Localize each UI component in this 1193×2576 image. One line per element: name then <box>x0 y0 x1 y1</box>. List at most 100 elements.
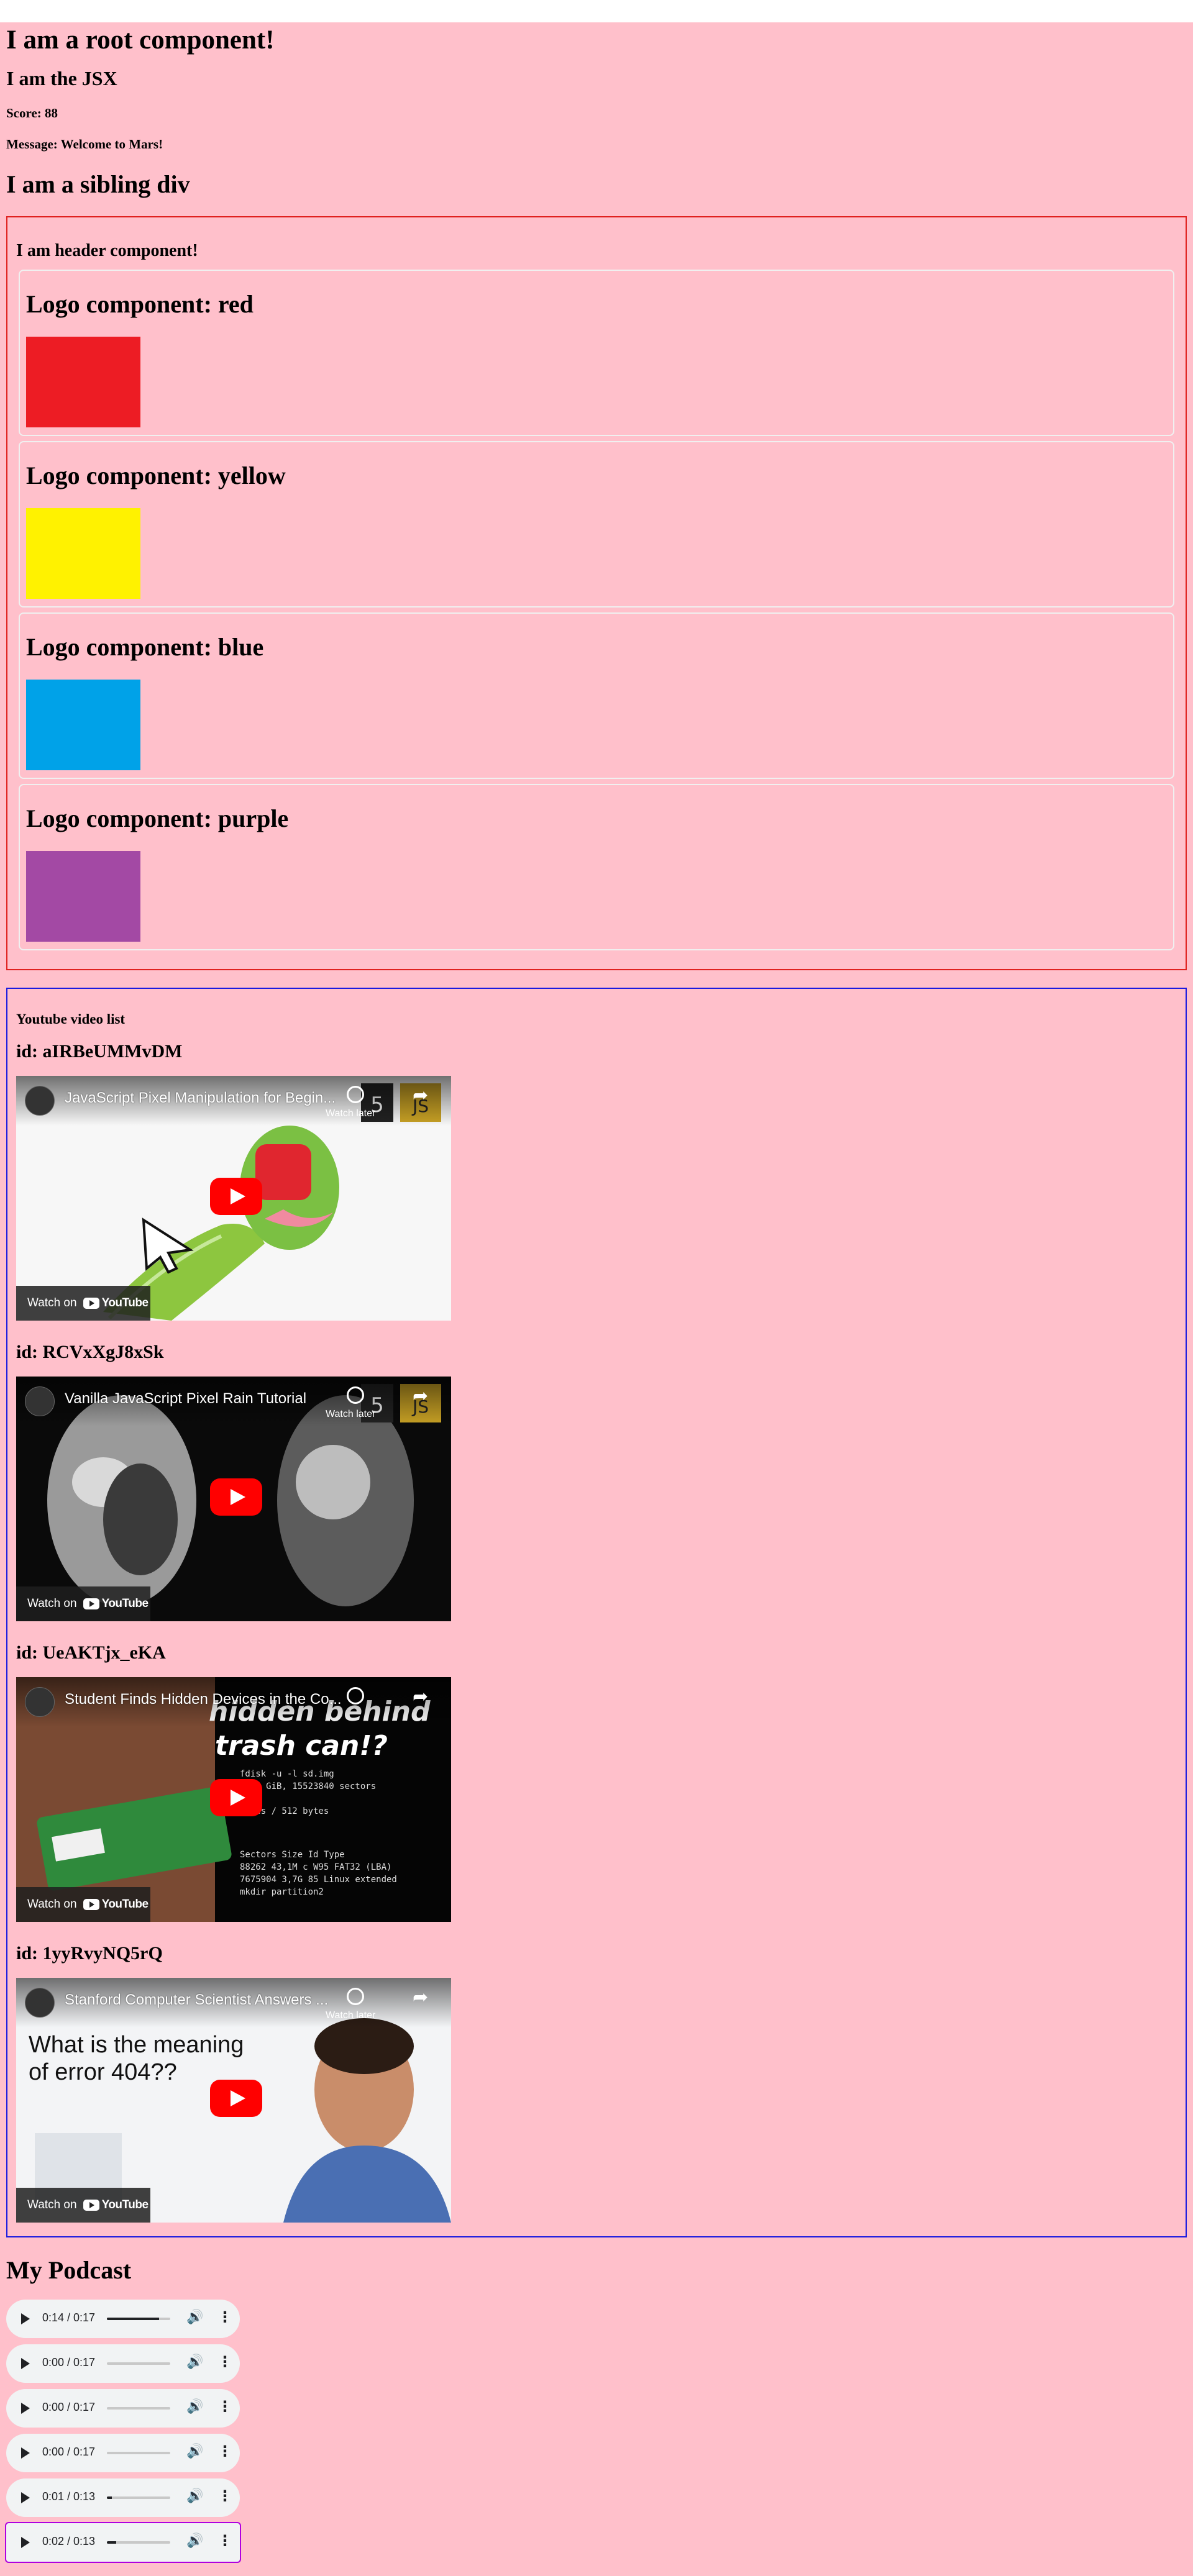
watch-later-icon[interactable] <box>347 1086 364 1103</box>
watch-on-youtube-button[interactable]: Watch on YouTube <box>16 1887 150 1922</box>
play-icon[interactable] <box>21 2313 30 2324</box>
logo-label: Logo component: blue <box>26 633 264 661</box>
podcast-title: My Podcast <box>6 2256 132 2284</box>
video-id-label: id: UeAKTjx_eKA <box>16 1642 166 1663</box>
audio-seek-slider[interactable] <box>107 2407 170 2410</box>
channel-avatar[interactable] <box>25 1988 55 2018</box>
audio-seek-slider[interactable] <box>107 2318 170 2320</box>
youtube-player[interactable]: 5 JS JavaScript Pixel Manipulation for B… <box>16 1076 451 1321</box>
more-options-icon[interactable]: ⋮ <box>217 2398 232 2415</box>
volume-icon[interactable]: 🔊 <box>186 2488 203 2504</box>
audio-player[interactable]: 0:02 / 0:13 🔊 ⋮ <box>5 2522 241 2563</box>
watch-on-youtube-button[interactable]: Watch on YouTube <box>16 2188 150 2223</box>
more-options-icon[interactable]: ⋮ <box>217 2442 232 2460</box>
svg-text:What is the meaning: What is the meaning <box>29 2032 244 2058</box>
audio-seek-slider[interactable] <box>107 2541 170 2544</box>
seek-progress <box>107 2541 117 2544</box>
svg-text:mkdir partition2: mkdir partition2 <box>240 1887 324 1897</box>
watch-later-icon[interactable] <box>347 1687 364 1704</box>
logo-card-red: Logo component: red <box>19 270 1174 436</box>
logo-card-purple: Logo component: purple <box>19 784 1174 950</box>
watch-later-label: Watch later <box>326 2010 376 2021</box>
audio-time: 0:00 / 0:17 <box>42 2446 96 2458</box>
audio-time: 0:14 / 0:17 <box>42 2311 96 2324</box>
audio-seek-slider[interactable] <box>107 2452 170 2454</box>
more-options-icon[interactable]: ⋮ <box>217 2487 232 2505</box>
audio-player[interactable]: 0:01 / 0:13 🔊 ⋮ <box>6 2478 240 2517</box>
channel-avatar[interactable] <box>25 1687 55 1717</box>
jsx-heading: I am the JSX <box>6 67 117 89</box>
play-video-button[interactable] <box>210 1178 262 1215</box>
audio-player[interactable]: 0:00 / 0:17 🔊 ⋮ <box>6 2344 240 2383</box>
svg-text:trash can!?: trash can!? <box>215 1730 388 1762</box>
play-video-button[interactable] <box>210 1779 262 1816</box>
share-icon[interactable]: ➦ <box>413 1085 428 1106</box>
more-options-icon[interactable]: ⋮ <box>217 2308 232 2326</box>
watch-on-youtube-button[interactable]: Watch on YouTube <box>16 1286 150 1321</box>
youtube-wordmark: YouTube <box>101 1898 149 1911</box>
seek-progress <box>107 2318 159 2320</box>
watch-later-icon[interactable] <box>347 1988 364 2005</box>
watch-later-label: Watch later <box>326 1409 376 1419</box>
play-icon[interactable] <box>21 2358 30 2369</box>
volume-icon[interactable]: 🔊 <box>186 2533 203 2549</box>
youtube-logo-icon <box>83 1598 99 1609</box>
logo-label: Logo component: red <box>26 290 254 318</box>
video-title[interactable]: Student Finds Hidden Devices in the Co..… <box>65 1691 342 1708</box>
audio-player[interactable]: 0:00 / 0:17 🔊 ⋮ <box>6 2434 240 2472</box>
audio-player[interactable]: 0:14 / 0:17 🔊 ⋮ <box>6 2300 240 2338</box>
logo-swatch-yellow <box>26 508 140 599</box>
youtube-wordmark: YouTube <box>101 2198 149 2211</box>
play-icon[interactable] <box>21 2492 30 2503</box>
play-video-button[interactable] <box>210 2080 262 2117</box>
logo-label: Logo component: yellow <box>26 462 286 489</box>
channel-avatar[interactable] <box>25 1086 55 1116</box>
more-options-icon[interactable]: ⋮ <box>217 2353 232 2370</box>
volume-icon[interactable]: 🔊 <box>186 2354 203 2370</box>
youtube-player[interactable]: 5 JS Vanilla JavaScript Pixel Rain Tutor… <box>16 1377 451 1621</box>
watch-later-icon[interactable] <box>347 1386 364 1404</box>
youtube-logo-icon <box>83 1297 99 1309</box>
more-options-icon[interactable]: ⋮ <box>217 2532 232 2549</box>
svg-text:7675904 3,7G 85 Linux extende: 7675904 3,7G 85 Linux extended <box>240 1875 397 1885</box>
audio-time: 0:02 / 0:13 <box>42 2535 96 2547</box>
watch-on-youtube-button[interactable]: Watch on YouTube <box>16 1586 150 1621</box>
play-icon[interactable] <box>21 2403 30 2414</box>
youtube-logo-icon <box>83 2199 99 2211</box>
youtube-player[interactable]: What is the meaning of error 404?? Stanf… <box>16 1978 451 2223</box>
youtube-video-list: Youtube video list id: aIRBeUMMvDM 5 JS … <box>6 988 1187 2237</box>
youtube-player[interactable]: fdisk -u -l sd.img 5.62 GiB, 15523840 se… <box>16 1677 451 1922</box>
root-component: I am a root component! I am the JSX Scor… <box>0 22 1193 2576</box>
channel-avatar[interactable] <box>25 1386 55 1416</box>
message-text: Message: Welcome to Mars! <box>6 137 163 152</box>
share-icon[interactable]: ➦ <box>413 1987 428 2008</box>
youtube-wordmark: YouTube <box>101 1296 149 1309</box>
youtube-wordmark: YouTube <box>101 1597 149 1610</box>
sibling-heading: I am a sibling div <box>6 170 190 198</box>
watch-later-label: Watch later <box>326 1108 376 1119</box>
video-id-label: id: RCVxXgJ8xSk <box>16 1342 164 1362</box>
watch-on-label: Watch on <box>27 1898 77 1911</box>
volume-icon[interactable]: 🔊 <box>186 2310 203 2325</box>
logo-label: Logo component: purple <box>26 804 289 832</box>
share-icon[interactable]: ➦ <box>413 1686 428 1708</box>
logo-card-blue: Logo component: blue <box>19 612 1174 779</box>
audio-time: 0:00 / 0:17 <box>42 2401 96 2413</box>
share-icon[interactable]: ➦ <box>413 1385 428 1407</box>
play-video-button[interactable] <box>210 1478 262 1516</box>
header-component: I am header component! Logo component: r… <box>6 216 1187 970</box>
audio-seek-slider[interactable] <box>107 2362 170 2365</box>
audio-seek-slider[interactable] <box>107 2496 170 2499</box>
score-text: Score: 88 <box>6 106 58 121</box>
audio-player[interactable]: 0:00 / 0:17 🔊 ⋮ <box>6 2389 240 2428</box>
seek-progress <box>107 2496 112 2499</box>
video-id-label: id: 1yyRvyNQ5rQ <box>16 1943 163 1964</box>
svg-text:of error 404??: of error 404?? <box>29 2059 177 2085</box>
video-title[interactable]: Stanford Computer Scientist Answers ... <box>65 1991 328 2009</box>
video-title[interactable]: Vanilla JavaScript Pixel Rain Tutorial <box>65 1390 306 1408</box>
volume-icon[interactable]: 🔊 <box>186 2444 203 2459</box>
volume-icon[interactable]: 🔊 <box>186 2399 203 2414</box>
play-icon[interactable] <box>21 2537 30 2548</box>
play-icon[interactable] <box>21 2447 30 2459</box>
video-title[interactable]: JavaScript Pixel Manipulation for Begin.… <box>65 1090 336 1107</box>
